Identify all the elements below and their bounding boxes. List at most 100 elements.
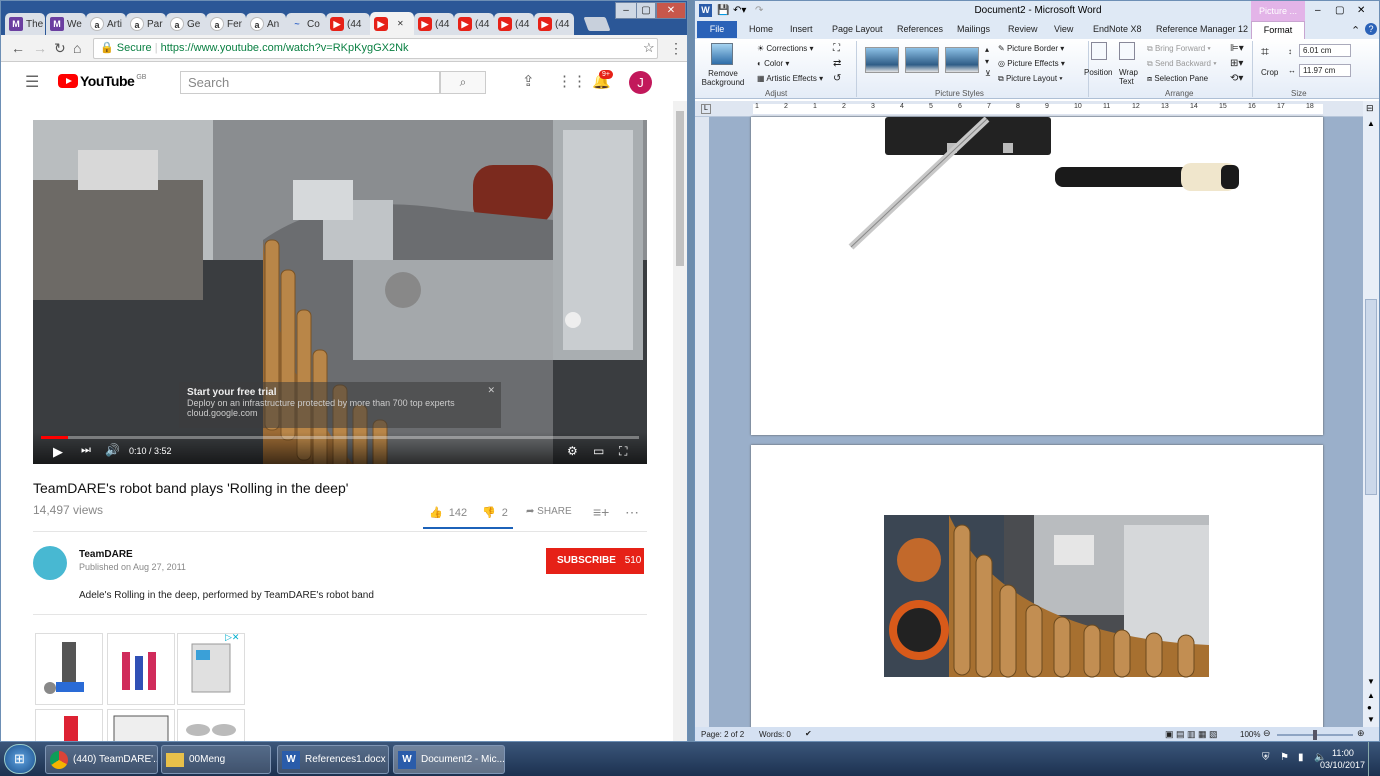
taskbar-item-word-document2[interactable]: W Document2 - Mic... (393, 745, 505, 774)
help-icon[interactable]: ? (1365, 23, 1377, 35)
zoom-in-icon[interactable]: ⊕ (1357, 728, 1365, 739)
channel-avatar[interactable] (33, 546, 67, 580)
browser-tab[interactable]: a Fer (206, 13, 246, 35)
ad-product-image[interactable] (107, 709, 175, 741)
tab-references[interactable]: References (897, 24, 943, 34)
avatar[interactable]: J (629, 71, 652, 94)
tray-shield-icon[interactable]: ⛨ (1262, 752, 1270, 763)
scroll-up-icon[interactable]: ▲ (1367, 119, 1375, 128)
tray-flag-icon[interactable]: ⚑ (1280, 752, 1289, 763)
tab-close-icon[interactable]: ✕ (397, 19, 404, 28)
apps-grid-icon[interactable]: ⋮⋮ (557, 72, 587, 90)
remove-background-button[interactable]: Remove Background (701, 69, 745, 87)
styles-more-icon[interactable]: ⊻ (985, 69, 991, 78)
menu-icon[interactable]: ⋮ (669, 40, 683, 57)
crop-button[interactable]: Crop (1261, 68, 1278, 77)
redo-icon[interactable]: ↷ (755, 1, 763, 21)
picture-style-1[interactable] (865, 47, 899, 73)
maximize-button[interactable]: ▢ (636, 2, 656, 19)
clock-date[interactable]: 03/10/2017 (1320, 760, 1365, 770)
show-desktop-button[interactable] (1368, 742, 1380, 776)
reset-picture-icon[interactable]: ↺ (833, 73, 841, 84)
progress-track[interactable] (41, 436, 639, 439)
tab-reference-manager[interactable]: Reference Manager 12 (1156, 24, 1248, 34)
browser-tab[interactable]: ▶ (44 (494, 13, 534, 35)
taskbar-item-chrome[interactable]: (440) TeamDARE'... (45, 745, 158, 774)
scrollbar-thumb[interactable] (676, 111, 684, 266)
select-browse-object-icon[interactable]: ● (1367, 703, 1372, 712)
close-button[interactable]: ✕ (1357, 1, 1365, 21)
browser-tab[interactable]: ▶ (44 (326, 13, 370, 35)
horizontal-ruler[interactable]: L 1 2 1 2 3 4 5 6 7 8 9 10 11 12 13 14 15 16 17 18 (695, 101, 1379, 117)
ribbon-minimize-icon[interactable]: ⌃ (1351, 24, 1360, 37)
tab-insert[interactable]: Insert (790, 24, 813, 34)
browser-tab[interactable]: M We (46, 13, 86, 35)
next-icon[interactable]: ⏭ (81, 444, 91, 457)
tab-review[interactable]: Review (1008, 24, 1038, 34)
ad-product-image[interactable] (35, 633, 103, 705)
browser-tab[interactable]: a Arti (86, 13, 126, 35)
forward-icon[interactable]: → (33, 40, 47, 56)
picture-style-3[interactable] (945, 47, 979, 73)
minimize-button[interactable]: – (615, 2, 637, 19)
styles-scroll-down-icon[interactable]: ▾ (985, 57, 989, 66)
ad-product-image[interactable] (35, 709, 103, 741)
browser-tab[interactable]: ~ Co (286, 13, 326, 35)
zoom-slider[interactable] (1277, 730, 1353, 740)
minimize-button[interactable]: – (1315, 1, 1321, 21)
taskbar-item-explorer[interactable]: 00Meng (161, 745, 271, 774)
tab-mailings[interactable]: Mailings (957, 24, 990, 34)
reload-icon[interactable]: ↻ (54, 40, 66, 57)
tab-selector-icon[interactable]: L (701, 104, 711, 114)
ad-close-icon[interactable]: ✕ (487, 385, 495, 396)
position-button[interactable]: Position (1084, 68, 1112, 77)
settings-gear-icon[interactable]: ⚙ (567, 444, 578, 458)
display-ad[interactable]: ▷✕ (35, 632, 247, 741)
tab-format[interactable]: Format (1251, 21, 1305, 39)
browser-tab[interactable]: M The (5, 13, 45, 35)
taskbar-item-word-references[interactable]: W References1.docx ... (277, 745, 389, 774)
word-count[interactable]: Words: 0 (759, 730, 791, 739)
page-scrollbar[interactable] (673, 101, 687, 741)
tab-home[interactable]: Home (749, 24, 773, 34)
start-button[interactable]: ⊞ (4, 744, 36, 774)
search-button[interactable]: ⌕ (440, 71, 486, 94)
color-button[interactable]: ◐ Color ▾ (757, 59, 789, 68)
browser-tab[interactable]: a Par (126, 13, 166, 35)
zoom-out-icon[interactable]: ⊖ (1263, 728, 1271, 739)
corrections-button[interactable]: ☀ Corrections ▾ (757, 44, 814, 53)
zoom-level[interactable]: 100% (1240, 730, 1260, 739)
proofing-icon[interactable]: ✔ (805, 729, 812, 738)
ad-product-image[interactable] (177, 633, 245, 705)
bring-forward-button[interactable]: ⧉ Bring Forward ▾ (1147, 44, 1211, 54)
upload-icon[interactable]: ⇪ (522, 72, 535, 90)
document-canvas[interactable] (709, 116, 1369, 735)
add-to-playlist-icon[interactable]: ≡+ (593, 504, 609, 520)
url-bar[interactable]: 🔒 Secure | https://www.youtube.com/watch… (93, 38, 658, 59)
zoom-slider-thumb[interactable] (1313, 730, 1317, 740)
tab-page-layout[interactable]: Page Layout (832, 24, 883, 34)
bookmark-star-icon[interactable]: ☆ (643, 40, 655, 56)
theater-mode-icon[interactable]: ▭ (593, 444, 604, 458)
browser-tab[interactable]: ▶ (44 (534, 13, 574, 35)
browser-tab[interactable]: a Ge (166, 13, 206, 35)
page-1[interactable] (751, 116, 1323, 435)
scroll-down-icon[interactable]: ▼ (1367, 677, 1375, 686)
play-icon[interactable]: ▶ (53, 444, 63, 460)
page-2[interactable] (751, 445, 1323, 735)
rotate-icon[interactable]: ⟲▾ (1230, 73, 1243, 84)
document-scrollbar[interactable]: ⊟ ▲ ▼ ▲ ● ▼ (1363, 101, 1379, 727)
video-player[interactable]: Start your free trial Deploy on an infra… (33, 120, 647, 464)
new-tab-button[interactable] (583, 17, 611, 31)
maximize-button[interactable]: ▢ (1335, 1, 1344, 21)
browser-tab[interactable]: ▶ (44 (414, 13, 454, 35)
align-icon[interactable]: ⊫▾ (1230, 43, 1244, 54)
close-button[interactable]: ✕ (656, 2, 686, 19)
tray-network-icon[interactable]: ▮ (1298, 752, 1304, 763)
previous-page-icon[interactable]: ▲ (1367, 691, 1375, 700)
fullscreen-icon[interactable]: ⛶ (619, 444, 627, 459)
view-layout-icon[interactable]: ▣ ▤ ▥ ▦ ▧ (1165, 729, 1218, 740)
channel-name[interactable]: TeamDARE (79, 549, 133, 560)
next-page-icon[interactable]: ▼ (1367, 715, 1375, 724)
change-picture-icon[interactable]: ⇄ (833, 58, 841, 69)
